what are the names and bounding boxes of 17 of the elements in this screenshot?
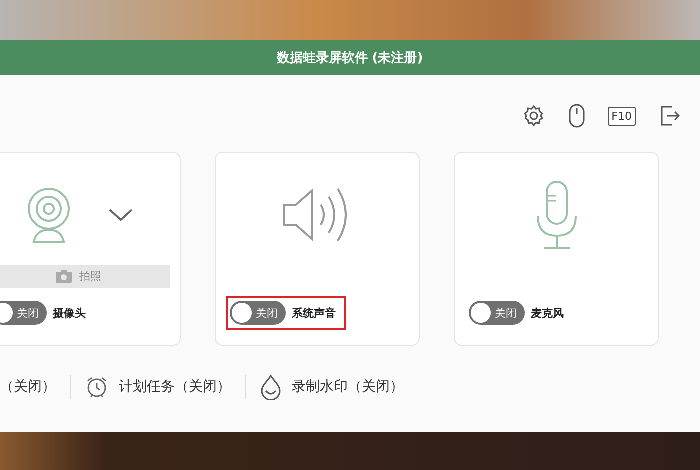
water-drop-icon[interactable]: [260, 374, 282, 400]
source-label: 麦克风: [531, 306, 564, 320]
hotkey-button[interactable]: F10: [608, 106, 636, 126]
toggle-switch[interactable]: 关闭: [0, 301, 47, 325]
chevron-down-icon[interactable]: [108, 208, 134, 222]
camera-icon: [56, 270, 72, 283]
source-label: 系统声音: [292, 306, 336, 320]
toggle-switch[interactable]: 关闭: [230, 301, 286, 325]
alarm-clock-icon[interactable]: [85, 375, 109, 399]
source-label: 摄像头: [53, 306, 86, 320]
status-label[interactable]: 录制水印（关闭）: [292, 378, 404, 396]
settings-icon[interactable]: [522, 104, 546, 128]
mouse-icon[interactable]: [568, 103, 586, 129]
status-label[interactable]: （关闭）: [0, 378, 56, 396]
window-title: 数据蛙录屏软件 (未注册): [276, 50, 424, 66]
status-label[interactable]: 计划任务（关闭）: [119, 378, 231, 396]
toggle-switch[interactable]: 关闭: [469, 301, 525, 325]
